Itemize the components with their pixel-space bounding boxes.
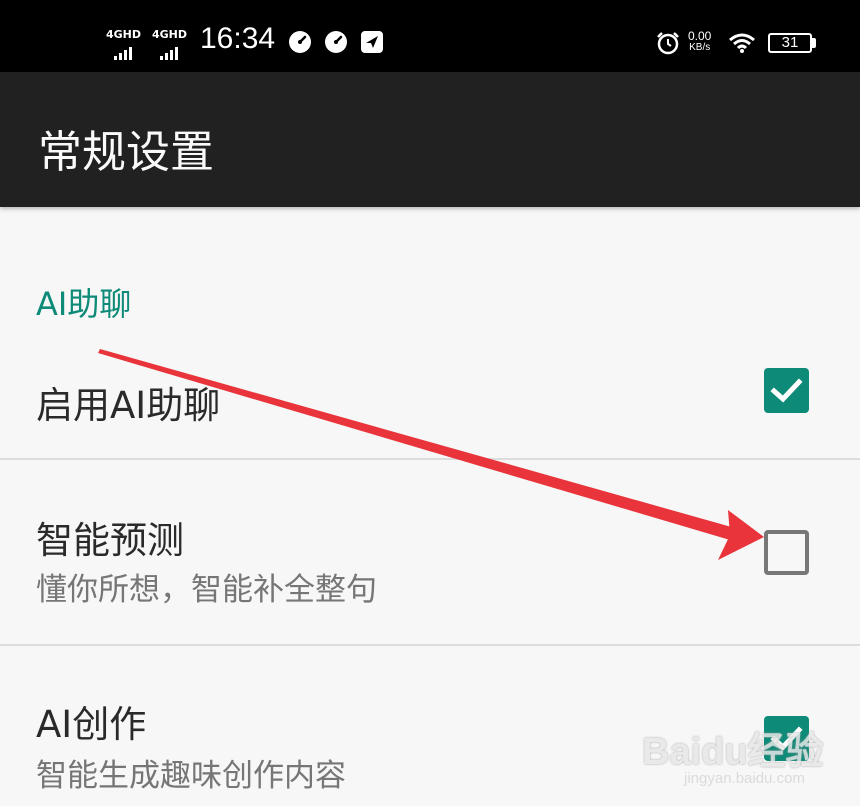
- annotation-arrow-icon: [98, 349, 764, 560]
- watermark-logo: Baidu经验: [642, 731, 824, 773]
- watermark-url: jingyan.baidu.com: [684, 770, 805, 787]
- watermark: Baidu经验 jingyan.baidu.com: [632, 712, 852, 802]
